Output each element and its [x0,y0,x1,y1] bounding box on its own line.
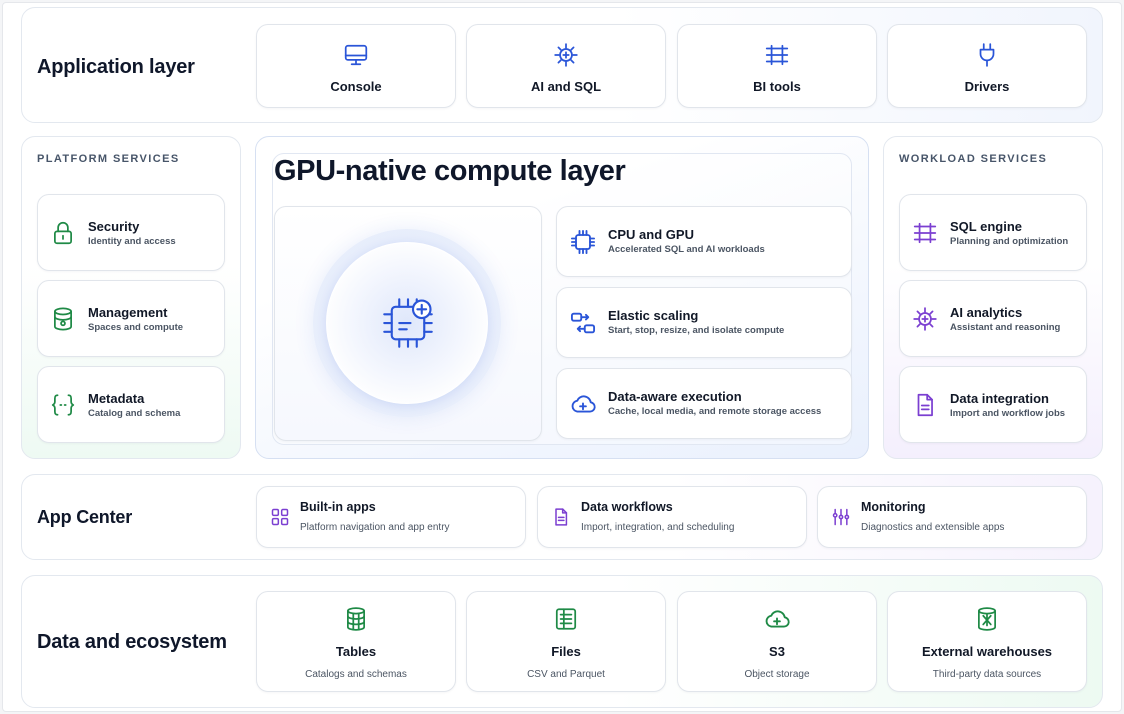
card-title: AI analytics [950,305,1023,320]
workload-card-sql-engine[interactable]: SQL engine Planning and optimization [899,194,1087,271]
sparkle-chip-icon [554,43,578,67]
card-subtitle: Catalog and schema [88,408,181,419]
card-subtitle: Import and workflow jobs [950,408,1066,419]
card-subtitle: CSV and Parquet [527,669,605,680]
card-title: Security [88,219,140,234]
platform-card-metadata[interactable]: Metadata Catalog and schema [37,366,225,443]
app-card-drivers[interactable]: Drivers [887,24,1087,108]
app-center-card-built-in-apps[interactable]: Built-in apps Platform navigation and ap… [256,486,526,548]
card-title: S3 [769,644,785,659]
card-title: External warehouses [921,644,1053,659]
card-title: Data integration [950,391,1049,406]
compute-card-cpu-gpu[interactable]: CPU and GPU Accelerated SQL and AI workl… [556,206,852,277]
platform-card-security[interactable]: Security Identity and access [37,194,225,271]
card-subtitle: Accelerated SQL and AI workloads [608,244,765,255]
plug-icon [979,43,995,67]
application-layer-title: Application layer [37,56,195,78]
cloud-plus-icon [765,610,790,628]
cloud-plus-icon [571,394,596,413]
compute-card-data-aware[interactable]: Data-aware execution Cache, local media,… [556,368,852,439]
platform-services-panel: PLATFORM SERVICES Security Identity and … [21,136,241,459]
app-card-label: AI and SQL [530,79,602,94]
workload-services-panel: WORKLOAD SERVICES SQL engine Planning an… [883,136,1103,459]
card-title: Metadata [88,391,145,406]
compute-hero-card [274,206,542,441]
data-card-s3[interactable]: S3 Object storage [677,591,877,692]
grid-icon [913,222,937,243]
platform-services-title: PLATFORM SERVICES [37,153,180,165]
card-title: Data workflows [581,500,673,514]
data-card-files[interactable]: Files CSV and Parquet [466,591,666,692]
card-title: Elastic scaling [608,308,699,323]
platform-card-management[interactable]: Management Spaces and compute [37,280,225,357]
card-title: Management [88,305,168,320]
data-card-external-warehouses[interactable]: External warehouses Third-party data sou… [887,591,1087,692]
card-title: SQL engine [950,219,1022,234]
database-gear-icon [54,307,72,330]
grid-icon [765,44,789,66]
card-subtitle: Import, integration, and scheduling [581,522,735,533]
braces-icon [51,393,75,416]
card-subtitle: Platform navigation and app entry [300,522,450,533]
app-center-panel: App Center Built-in apps Platform naviga… [21,474,1103,560]
workload-card-data-integration[interactable]: Data integration Import and workflow job… [899,366,1087,443]
app-center-title: App Center [37,507,133,527]
architecture-diagram: Application layer Console AI and SQL BI … [2,2,1122,712]
compute-card-elastic-scaling[interactable]: Elastic scaling Start, stop, resize, and… [556,287,852,358]
database-link-icon [978,607,996,631]
document-icon [555,508,568,526]
compute-layer-panel: GPU-native compute layer CPU and GPU Acc… [255,136,869,459]
card-title: Monitoring [861,500,926,514]
workload-card-ai-analytics[interactable]: AI analytics Assistant and reasoning [899,280,1087,357]
database-icon [347,607,365,631]
card-subtitle: Object storage [744,669,810,680]
sliders-icon [832,508,850,526]
app-card-label: BI tools [753,79,801,94]
data-card-tables[interactable]: Tables Catalogs and schemas [256,591,456,692]
file-list-icon [555,608,577,630]
app-center-card-monitoring[interactable]: Monitoring Diagnostics and extensible ap… [817,486,1087,548]
data-ecosystem-title: Data and ecosystem [37,631,227,653]
card-title: Tables [335,644,377,659]
card-title: Built-in apps [300,500,376,514]
app-card-ai-sql[interactable]: AI and SQL [466,24,666,108]
compute-layer-title: GPU-native compute layer [274,155,626,187]
sparkle-chip-icon [913,306,937,331]
card-subtitle: Start, stop, resize, and isolate compute [608,325,785,336]
app-card-label: Drivers [964,79,1010,94]
card-subtitle: Identity and access [88,236,176,247]
app-card-console[interactable]: Console [256,24,456,108]
monitor-icon [344,44,368,66]
card-subtitle: Assistant and reasoning [950,322,1061,333]
scaling-icon [570,312,596,333]
workload-services-title: WORKLOAD SERVICES [899,153,1048,165]
application-layer-panel: Application layer Console AI and SQL BI … [21,7,1103,123]
card-title: Data-aware execution [608,389,742,404]
card-subtitle: Spaces and compute [88,322,184,333]
card-subtitle: Third-party data sources [932,669,1042,680]
card-title: Files [551,644,581,659]
chip-icon [570,229,596,254]
apps-grid-icon [271,508,289,526]
card-subtitle: Planning and optimization [950,236,1069,247]
card-subtitle: Cache, local media, and remote storage a… [608,406,822,417]
lock-icon [54,221,72,244]
app-card-label: Console [330,79,382,94]
app-card-bi-tools[interactable]: BI tools [677,24,877,108]
gpu-chip-icon [383,298,433,348]
data-ecosystem-panel: Data and ecosystem Tables Catalogs and s… [21,575,1103,708]
card-subtitle: Catalogs and schemas [305,669,407,680]
card-title: CPU and GPU [608,227,694,242]
document-icon [917,393,933,416]
app-center-card-data-workflows[interactable]: Data workflows Import, integration, and … [537,486,807,548]
card-subtitle: Diagnostics and extensible apps [861,522,1005,533]
